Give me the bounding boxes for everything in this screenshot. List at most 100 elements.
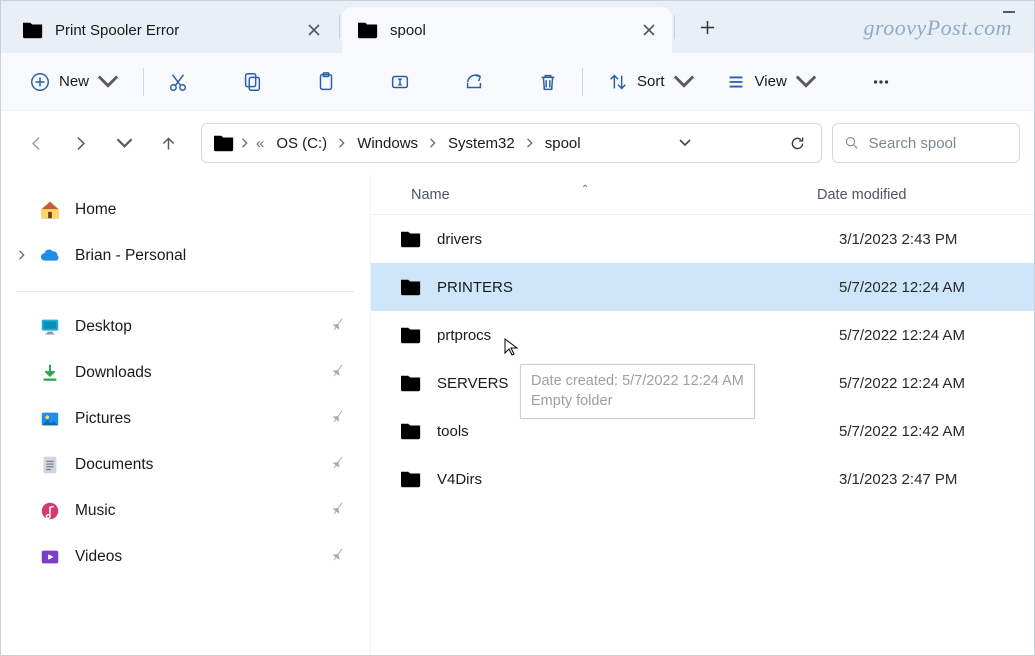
home-icon xyxy=(39,199,61,221)
sidebar-item-downloads[interactable]: Downloads xyxy=(13,352,358,394)
folder-icon xyxy=(356,20,380,40)
copy-button[interactable] xyxy=(230,62,274,102)
file-name: prtprocs xyxy=(437,327,491,344)
pin-icon xyxy=(331,547,346,567)
search-box[interactable] xyxy=(832,123,1020,163)
titlebar: Print Spooler Error spool groovyPost.com xyxy=(1,1,1034,53)
more-button[interactable] xyxy=(859,62,903,102)
separator xyxy=(17,291,354,292)
forward-button[interactable] xyxy=(63,126,97,160)
breadcrumb-segment[interactable]: Windows xyxy=(351,131,424,156)
sort-icon xyxy=(607,71,629,93)
view-button[interactable]: View xyxy=(713,62,829,102)
close-icon[interactable] xyxy=(303,19,325,41)
sidebar-item-music[interactable]: Music xyxy=(13,490,358,532)
chevron-right-icon[interactable] xyxy=(240,138,250,148)
chevron-down-icon xyxy=(673,71,695,93)
file-row[interactable]: PRINTERS5/7/2022 12:24 AM xyxy=(371,263,1034,311)
rename-button[interactable] xyxy=(378,62,422,102)
sidebar-item-onedrive[interactable]: Brian - Personal xyxy=(13,235,358,277)
up-button[interactable] xyxy=(151,126,185,160)
delete-button[interactable] xyxy=(526,62,570,102)
new-tab-button[interactable] xyxy=(685,9,729,45)
search-input[interactable] xyxy=(869,135,1007,152)
breadcrumb-ellipsis[interactable]: « xyxy=(254,135,266,152)
recent-button[interactable] xyxy=(107,126,141,160)
pin-icon xyxy=(331,363,346,383)
column-name[interactable]: Name ⌃ xyxy=(371,187,807,203)
refresh-button[interactable] xyxy=(783,135,813,152)
onedrive-icon xyxy=(39,245,61,267)
file-name: drivers xyxy=(437,231,482,248)
file-date: 5/7/2022 12:24 AM xyxy=(829,327,1034,344)
plus-circle-icon xyxy=(29,71,51,93)
close-icon[interactable] xyxy=(638,19,660,41)
videos-icon xyxy=(39,546,61,568)
navigation-pane: Home Brian - Personal Desktop Downloads … xyxy=(1,175,371,655)
pin-icon xyxy=(331,409,346,429)
pictures-icon xyxy=(39,408,61,430)
sidebar-item-documents[interactable]: Documents xyxy=(13,444,358,486)
tab-label: spool xyxy=(390,22,426,39)
sort-indicator-icon: ⌃ xyxy=(581,184,589,195)
chevron-right-icon[interactable] xyxy=(17,247,27,265)
sidebar-item-label: Videos xyxy=(75,548,122,566)
watermark: groovyPost.com xyxy=(863,15,1012,41)
share-button[interactable] xyxy=(452,62,496,102)
sidebar-item-label: Brian - Personal xyxy=(75,247,186,265)
sidebar-item-label: Pictures xyxy=(75,410,131,428)
file-row[interactable]: drivers 3/1/2023 2:43 PM xyxy=(371,215,1034,263)
tab-active[interactable]: spool xyxy=(342,7,672,53)
breadcrumb-segment[interactable]: spool xyxy=(539,131,587,156)
sort-button[interactable]: Sort xyxy=(595,62,707,102)
sidebar-item-label: Downloads xyxy=(75,364,152,382)
tooltip: Date created: 5/7/2022 12:24 AM Empty fo… xyxy=(520,364,755,419)
music-icon xyxy=(39,500,61,522)
tab-inactive[interactable]: Print Spooler Error xyxy=(7,7,337,53)
sidebar-item-pictures[interactable]: Pictures xyxy=(13,398,358,440)
folder-icon xyxy=(212,133,236,153)
list-icon xyxy=(725,71,747,93)
pin-icon xyxy=(331,501,346,521)
pin-icon xyxy=(331,317,346,337)
toolbar: New Sort xyxy=(1,53,1034,111)
scissors-icon xyxy=(167,71,189,93)
cut-button[interactable] xyxy=(156,62,200,102)
sidebar-item-videos[interactable]: Videos xyxy=(13,536,358,578)
sidebar-item-home[interactable]: Home xyxy=(13,189,358,231)
tab-separator xyxy=(339,15,340,39)
minimize-button[interactable] xyxy=(1002,3,1016,24)
folder-icon xyxy=(399,277,423,297)
chevron-right-icon[interactable] xyxy=(428,138,438,148)
tab-label: Print Spooler Error xyxy=(55,22,179,39)
sidebar-item-label: Music xyxy=(75,502,115,520)
sidebar-item-label: Documents xyxy=(75,456,153,474)
file-date: 5/7/2022 12:24 AM xyxy=(829,279,1034,296)
column-date-modified[interactable]: Date modified xyxy=(807,187,1034,203)
column-header[interactable]: Name ⌃ Date modified xyxy=(371,175,1034,215)
sidebar-item-desktop[interactable]: Desktop xyxy=(13,306,358,348)
ellipsis-icon xyxy=(870,71,892,93)
sidebar-item-label: Home xyxy=(75,201,116,219)
file-date: 3/1/2023 2:43 PM xyxy=(829,231,1034,248)
breadcrumb-segment[interactable]: OS (C:) xyxy=(270,131,333,156)
clipboard-icon xyxy=(315,71,337,93)
breadcrumb-dropdown[interactable] xyxy=(670,137,700,149)
trash-icon xyxy=(537,71,559,93)
file-explorer-window: Print Spooler Error spool groovyPost.com… xyxy=(0,0,1035,656)
back-button[interactable] xyxy=(19,126,53,160)
breadcrumb-segment[interactable]: System32 xyxy=(442,131,521,156)
file-rows: drivers 3/1/2023 2:43 PM PRINTERS5/7/2022 … xyxy=(371,215,1034,655)
chevron-right-icon[interactable] xyxy=(525,138,535,148)
downloads-icon xyxy=(39,362,61,384)
search-icon xyxy=(845,135,859,151)
file-row[interactable]: prtprocs 5/7/2022 12:24 AM xyxy=(371,311,1034,359)
file-row[interactable]: V4Dirs3/1/2023 2:47 PM xyxy=(371,455,1034,503)
chevron-down-icon xyxy=(795,71,817,93)
new-button[interactable]: New xyxy=(17,62,131,102)
sidebar-item-label: Desktop xyxy=(75,318,132,336)
paste-button[interactable] xyxy=(304,62,348,102)
tab-separator xyxy=(674,15,675,39)
chevron-right-icon[interactable] xyxy=(337,138,347,148)
breadcrumb[interactable]: « OS (C:) Windows System32 spool xyxy=(201,123,822,163)
